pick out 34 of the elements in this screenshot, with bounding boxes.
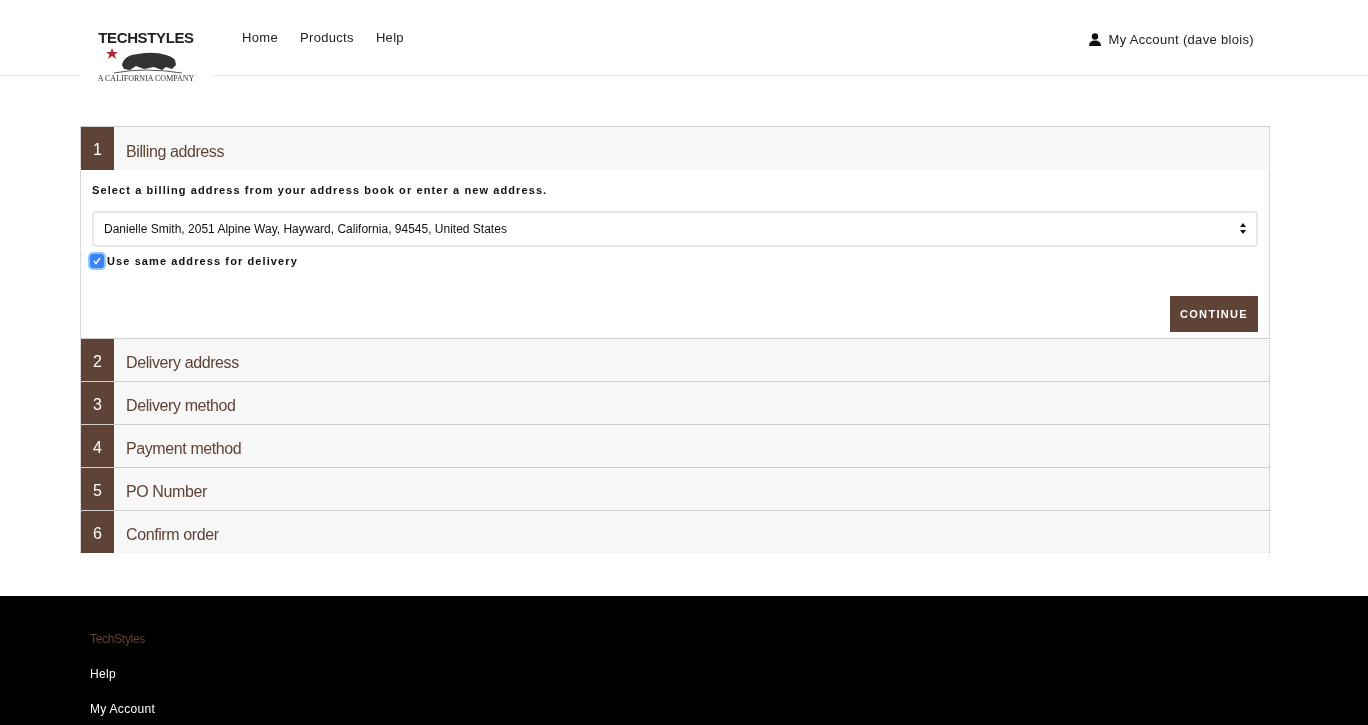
step-title: Billing address bbox=[126, 141, 225, 162]
step-title: PO Number bbox=[126, 482, 207, 502]
step-number: 2 bbox=[81, 339, 114, 381]
step-number: 6 bbox=[81, 511, 114, 553]
address-select[interactable]: Danielle Smith, 2051 Alpine Way, Hayward, California, 94545, United States bbox=[92, 210, 1258, 247]
nav-link[interactable]: Products bbox=[300, 28, 354, 48]
account-link[interactable]: My Account (dave blois) bbox=[1108, 30, 1254, 50]
step-title: Confirm order bbox=[126, 525, 219, 545]
step-number: 4 bbox=[81, 425, 114, 467]
step-number: 1 bbox=[81, 127, 114, 170]
step-header[interactable]: 2 Delivery address bbox=[81, 338, 1269, 381]
step-number: 5 bbox=[81, 468, 114, 510]
step-title: Delivery method bbox=[126, 396, 236, 416]
continue-button[interactable]: CONTINUE bbox=[1170, 296, 1258, 332]
footer-brand: TechStyles bbox=[90, 631, 147, 648]
nav-link[interactable]: Help bbox=[375, 28, 404, 48]
step-number: 3 bbox=[81, 382, 114, 424]
step-header[interactable]: 3 Delivery method bbox=[81, 381, 1269, 424]
checkbox-label: Use same address for delivery bbox=[107, 253, 298, 269]
same-address-checkbox[interactable] bbox=[90, 253, 104, 268]
step-title: Delivery address bbox=[126, 353, 239, 373]
user-icon bbox=[1088, 33, 1101, 47]
step-header[interactable]: 1 Billing address bbox=[81, 127, 1269, 170]
step-header[interactable]: 4 Payment method bbox=[81, 424, 1269, 467]
nav-link[interactable]: Home bbox=[242, 28, 278, 48]
footer-link[interactable]: Help bbox=[90, 665, 1278, 683]
logo-wordmark: TECHSTYLES bbox=[98, 30, 194, 45]
footer-link[interactable]: My Account bbox=[90, 700, 1278, 718]
logo-tagline: A CALIFORNIA COMPANY bbox=[97, 75, 195, 83]
step-title: Payment method bbox=[126, 439, 242, 459]
step-header[interactable]: 5 PO Number bbox=[81, 467, 1269, 510]
instruction-text: Select a billing address from your address book or enter a new address. bbox=[92, 183, 549, 198]
step-header[interactable]: 6 Confirm order bbox=[81, 510, 1269, 553]
select-arrows-icon bbox=[1240, 223, 1246, 234]
